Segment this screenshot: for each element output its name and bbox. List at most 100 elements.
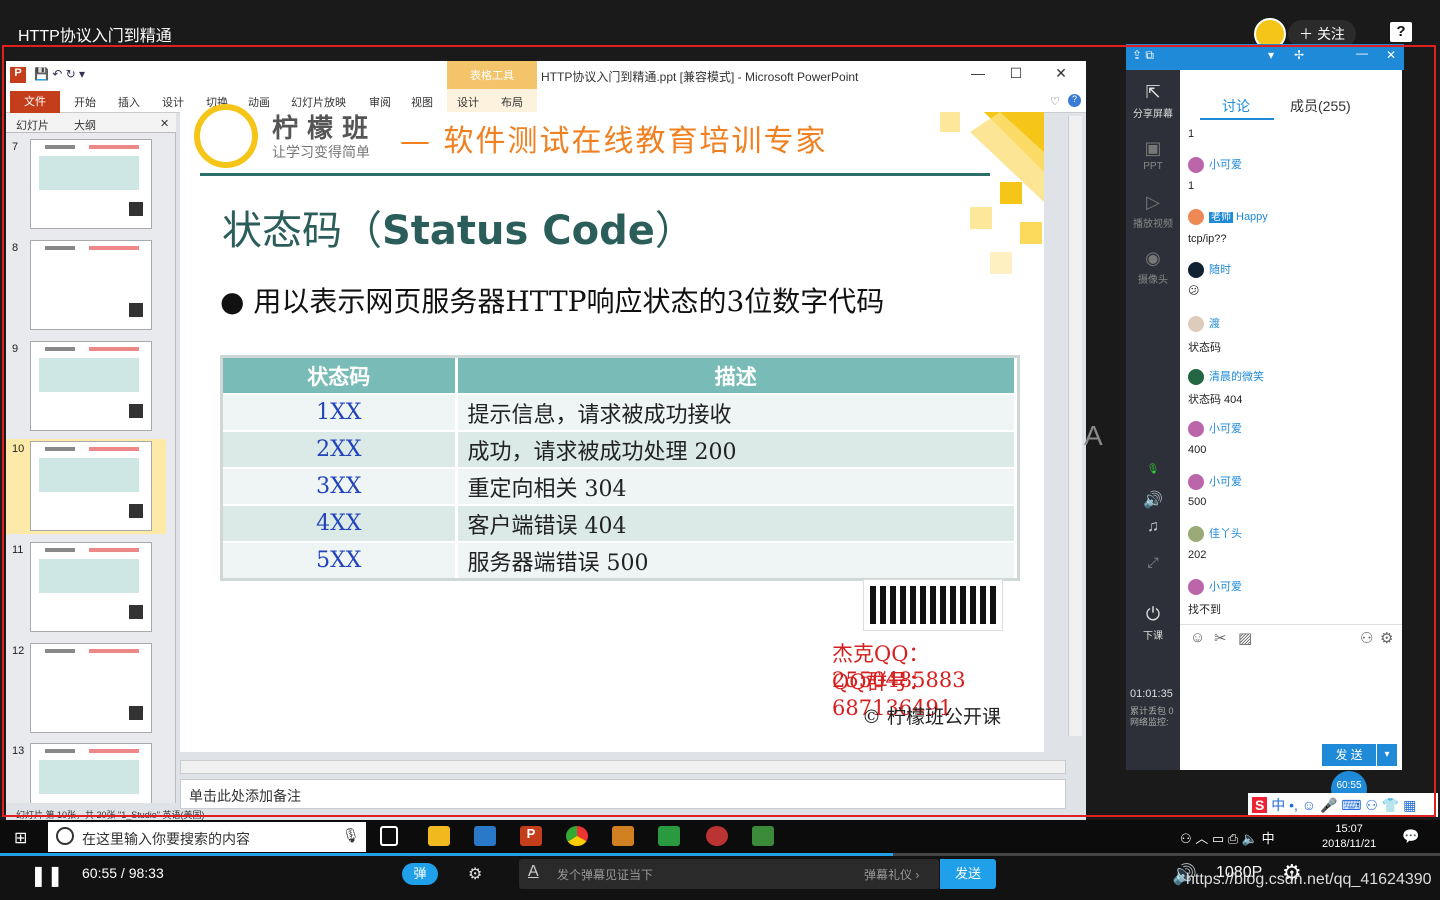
tab-table-design[interactable]: 设计 [457, 94, 479, 110]
play-video-button[interactable]: ▷ 播放视频 [1126, 192, 1180, 230]
thumbnail-item[interactable]: 7 [6, 137, 166, 232]
chat-user[interactable]: 佳丫头 [1188, 525, 1242, 543]
slide-vertical-scrollbar[interactable] [1068, 116, 1082, 736]
chat-user[interactable]: 清晨的微笑 [1188, 368, 1264, 386]
share-icon[interactable]: ⇪ ⧉ [1132, 48, 1154, 63]
pause-icon[interactable]: ❚❚ [30, 863, 64, 888]
maximize-icon[interactable]: ☐ [1001, 65, 1031, 85]
tab-insert[interactable]: 插入 [118, 94, 140, 110]
tab-file[interactable]: 文件 [10, 91, 60, 113]
status-code-cell: 4XX [223, 504, 458, 543]
slide-title: 状态码（Status Code） [222, 198, 695, 256]
tab-design[interactable]: 设计 [162, 94, 184, 110]
danmu-settings-icon[interactable]: ⚙ [468, 864, 482, 884]
minimize-icon[interactable]: — [963, 65, 993, 85]
description-cell[interactable]: 服务器端错误 500 [456, 541, 1017, 578]
mic-icon[interactable]: 🎙 [1126, 464, 1180, 475]
ime-toolbar[interactable]: S 中 •, ☺ 🎤 ⌨ ⚇ 👕 ▦ [1248, 793, 1438, 817]
powerpoint-taskbar-icon[interactable]: P [520, 826, 542, 846]
minimize-panel-icon[interactable]: — [1356, 46, 1368, 60]
chat-user[interactable]: 随时 [1188, 261, 1231, 279]
dropdown-icon[interactable]: ▾ [1268, 48, 1274, 62]
tab-discussion[interactable]: 讨论 [1222, 96, 1250, 116]
tab-review[interactable]: 审阅 [369, 94, 391, 110]
description-cell: 成功，请求被成功处理 200 [456, 430, 1017, 469]
thumbnail-item[interactable]: 11 [6, 540, 166, 635]
notification-icon[interactable]: 💬 [1402, 828, 1419, 845]
table-row: 2XX 成功，请求被成功处理 200 [223, 430, 1017, 469]
ppt-label: PPT [1143, 161, 1163, 172]
chat-user[interactable]: 小可爱 [1188, 156, 1242, 174]
close-panel-icon[interactable]: ✕ [1386, 48, 1396, 62]
app-icon[interactable] [658, 826, 680, 846]
slide-title-cn: 状态码（ [222, 208, 382, 254]
notes-pane[interactable]: 单击此处添加备注 [180, 779, 1066, 809]
music-icon[interactable]: ♫ [1126, 518, 1180, 536]
task-view-icon[interactable] [380, 826, 398, 846]
taskbar-search-input[interactable]: 在这里输入你要搜索的内容 [48, 822, 366, 852]
danmu-etiquette-link[interactable]: 弹幕礼仪 › [864, 866, 919, 883]
video-title: HTTP协议入门到精通 [18, 28, 172, 45]
thumbnail-item[interactable]: 9 [6, 339, 166, 434]
chat-user[interactable]: 小可爱 [1188, 473, 1242, 491]
app-icon[interactable] [474, 826, 496, 846]
slide-title-en: Status Code [382, 208, 655, 254]
thumbnail-item-selected[interactable]: 10 [6, 439, 166, 534]
copyright: © 柠檬班公开课 [862, 706, 1002, 728]
chat-user[interactable]: 小可爱 [1188, 420, 1242, 438]
end-class-button[interactable]: ⏻ 下课 [1126, 604, 1180, 642]
app-icon[interactable] [706, 826, 728, 846]
ppt-button[interactable]: ▣ PPT [1126, 138, 1180, 172]
tab-members[interactable]: 成员(255) [1290, 96, 1351, 116]
thumbnail-item[interactable]: 8 [6, 238, 166, 333]
slide-canvas[interactable]: 柠 檬 班 让学习变得简单 — 软件测试在线教育培训专家 状态码（Status … [180, 104, 1044, 752]
close-pane-icon[interactable]: ✕ [160, 117, 169, 130]
taskbar-clock[interactable]: 15:07 2018/11/21 [1322, 822, 1376, 852]
thumbnail-item[interactable]: 13 [6, 741, 166, 803]
tab-home[interactable]: 开始 [74, 94, 96, 110]
file-explorer-icon[interactable] [428, 826, 450, 846]
chrome-icon[interactable] [566, 826, 588, 846]
danmu-send-button[interactable]: 发送 [940, 859, 996, 889]
thumbnail-item[interactable]: 12 [6, 641, 166, 736]
settings-icon[interactable]: ⚙ [1380, 629, 1393, 647]
share-screen-button[interactable]: ⇱ 分享屏幕 [1126, 82, 1180, 120]
user-settings-icon[interactable]: ⚇ [1360, 629, 1373, 647]
app-icon[interactable] [752, 826, 774, 846]
user-avatar [1188, 369, 1204, 386]
slide-horizontal-scrollbar[interactable] [180, 760, 1066, 774]
image-icon[interactable]: ▨ [1238, 629, 1252, 647]
send-dropdown-icon[interactable]: ▾ [1377, 744, 1397, 766]
tab-slides[interactable]: 幻灯片 [16, 117, 49, 133]
chat-user[interactable]: 老师 Happy [1188, 208, 1268, 226]
danmu-toggle[interactable]: 弹 [402, 863, 438, 885]
ribbon-collapse-icon[interactable]: ♡ [1050, 95, 1060, 108]
windows-start-icon[interactable]: ⊞ [14, 828, 27, 848]
status-code-cell: 3XX [223, 467, 458, 506]
speaker-icon[interactable]: 🔊 [1126, 490, 1180, 510]
tab-animations[interactable]: 动画 [248, 94, 270, 110]
tab-table-layout[interactable]: 布局 [501, 94, 523, 110]
danmu-style-icon[interactable]: A [528, 863, 539, 881]
tab-view[interactable]: 视图 [411, 94, 433, 110]
close-icon[interactable]: ✕ [1046, 65, 1076, 85]
chat-send-button[interactable]: 发 送 [1322, 744, 1376, 766]
status-code-table[interactable]: 状态码 描述 1XX 提示信息，请求被成功接收 2XX 成功，请求被成功处理 200… [220, 355, 1020, 581]
pin-icon[interactable]: ✢ [1294, 48, 1304, 62]
scissors-icon[interactable]: ✂ [1214, 629, 1227, 647]
camera-button[interactable]: ◉ 摄像头 [1126, 248, 1180, 286]
chat-user[interactable]: 小可爱 [1188, 578, 1242, 596]
microphone-icon[interactable]: 🎙 [342, 827, 360, 844]
share-screen-label: 分享屏幕 [1133, 109, 1173, 120]
sublime-icon[interactable] [612, 826, 634, 846]
tab-outline[interactable]: 大纲 [74, 117, 96, 133]
chat-user[interactable]: 渡 [1188, 315, 1220, 333]
help-circle-icon[interactable]: ? [1068, 94, 1081, 107]
emoji-icon[interactable]: ☺ [1190, 629, 1205, 646]
help-icon[interactable]: ? [1390, 22, 1412, 42]
thumbnail-image [30, 139, 152, 229]
thumbnail-number: 11 [12, 544, 24, 556]
tray-icons[interactable]: ⚇ ︿ ▭ ⎙ 🔈 中 [1180, 828, 1275, 847]
quick-access-icons[interactable]: 💾 ↶ ↻ ▾ [34, 67, 85, 81]
fullscreen-icon[interactable]: ⤢ [1126, 554, 1180, 571]
